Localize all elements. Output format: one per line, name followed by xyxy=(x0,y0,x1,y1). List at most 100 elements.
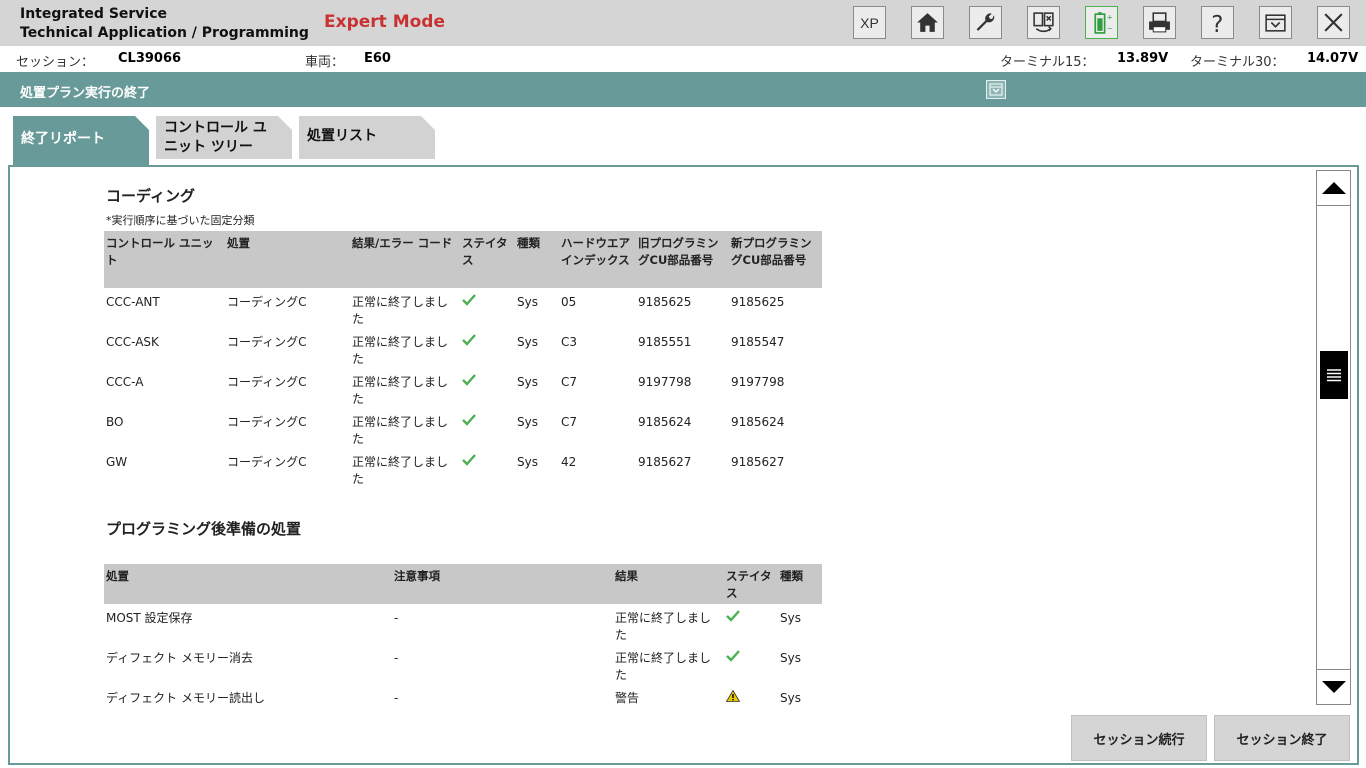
print-button[interactable] xyxy=(1143,6,1176,39)
tab-measure-list-label: 処置リスト xyxy=(307,128,377,144)
terminal30-value: 14.07V xyxy=(1307,51,1359,66)
check-icon xyxy=(462,334,476,346)
status-ok-cell xyxy=(724,604,778,644)
table-cell: Sys xyxy=(517,295,538,309)
table-row: CCC-A コーディングC 正常に終了しました Sys C7 9197798 9197798 xyxy=(104,368,822,408)
section-title: 処置プラン実行の終了 xyxy=(20,86,151,101)
table-cell: C3 xyxy=(561,335,578,349)
app-title-line2: Technical Application / Programming xyxy=(20,25,309,41)
scroll-down-button[interactable] xyxy=(1317,669,1350,704)
close-icon xyxy=(1324,13,1343,32)
check-icon xyxy=(726,610,740,622)
table-cell: 9185627 xyxy=(731,455,785,469)
col-type: 種類 xyxy=(515,231,559,288)
tab-final-report-label: 終了リポート xyxy=(21,131,105,147)
help-icon: ? xyxy=(1211,12,1223,35)
col-control-unit: コントロール ユニット xyxy=(104,231,225,288)
table-cell: 正常に終了しました xyxy=(352,415,449,446)
table-cell: 正常に終了しました xyxy=(352,295,449,326)
table-cell: 正常に終了しました xyxy=(352,335,449,366)
status-ok-cell xyxy=(460,328,515,368)
menu-button[interactable] xyxy=(1259,6,1292,39)
battery-button[interactable]: + − xyxy=(1085,6,1118,39)
vertical-scrollbar[interactable] xyxy=(1316,170,1351,705)
col-type: 種類 xyxy=(778,564,822,604)
help-button[interactable]: ? xyxy=(1201,6,1234,39)
table-cell: 9185624 xyxy=(731,415,785,429)
home-button[interactable] xyxy=(911,6,944,39)
table-row: BO コーディングC 正常に終了しました Sys C7 9185624 9185624 xyxy=(104,408,822,448)
section-header: 処置プラン実行の終了 xyxy=(0,72,1366,107)
xp-button[interactable]: XP xyxy=(853,6,886,39)
coding-title: コーディング xyxy=(106,187,195,205)
vehicle-label: 車両： xyxy=(305,55,345,70)
scroll-up-button[interactable] xyxy=(1317,171,1350,206)
status-ok-cell xyxy=(460,288,515,328)
table-cell: - xyxy=(394,651,399,665)
table-cell: 9185625 xyxy=(731,295,785,309)
swap-button[interactable] xyxy=(1027,6,1060,39)
end-session-button[interactable]: セッション終了 xyxy=(1214,715,1350,761)
svg-text:?: ? xyxy=(1211,12,1223,35)
coding-note: *実行順序に基づいた固定分類 xyxy=(106,214,255,227)
table-cell: 9185625 xyxy=(638,295,692,309)
coding-header-row: コントロール ユニット 処置 結果/エラー コード ステイタス 種類 ハードウエ… xyxy=(104,231,822,288)
check-icon xyxy=(462,374,476,386)
home-icon xyxy=(917,13,938,32)
tab-control-unit-tree[interactable]: コントロール ユ ニット ツリー xyxy=(156,116,292,159)
arrow-down-icon xyxy=(1321,681,1346,693)
col-notes: 注意事項 xyxy=(392,564,613,604)
table-row: ディフェクト メモリー消去 - 正常に終了しました Sys xyxy=(104,644,822,684)
warning-icon xyxy=(726,690,740,702)
vehicle-value: E60 xyxy=(364,51,391,66)
table-cell: Sys xyxy=(780,611,801,625)
table-cell: コーディングC xyxy=(227,455,307,469)
collapse-button[interactable] xyxy=(986,80,1006,99)
post-prog-table: 処置 注意事項 結果 ステイタス 種類 MOST 設定保存 - 正常に終了しました S… xyxy=(104,564,822,724)
tab-measure-list[interactable]: 処置リスト xyxy=(299,116,435,159)
status-ok-cell xyxy=(460,368,515,408)
tab-corner xyxy=(278,116,292,130)
continue-session-button[interactable]: セッション続行 xyxy=(1071,715,1207,761)
wrench-button[interactable] xyxy=(969,6,1002,39)
col-measure: 処置 xyxy=(225,231,350,288)
table-cell: ディフェクト メモリー消去 xyxy=(106,651,253,665)
svg-text:+: + xyxy=(1107,12,1113,21)
table-cell: 9185551 xyxy=(638,335,692,349)
battery-icon: +− xyxy=(1094,12,1113,34)
table-cell: MOST 設定保存 xyxy=(106,611,193,625)
terminal30-label: ターミナル30： xyxy=(1190,55,1285,70)
wrench-icon xyxy=(976,13,995,31)
check-icon xyxy=(462,454,476,466)
table-cell: CCC-ANT xyxy=(106,295,160,309)
xp-label: XP xyxy=(860,14,879,31)
close-button[interactable] xyxy=(1317,6,1350,39)
tab-control-unit-tree-line1: コントロール ユ xyxy=(164,120,267,136)
table-cell: 9197798 xyxy=(638,375,692,389)
title-bar: Integrated Service Technical Application… xyxy=(0,0,1366,46)
session-label: セッション： xyxy=(16,55,95,70)
tab-final-report[interactable]: 終了リポート xyxy=(13,116,149,166)
table-cell: コーディングC xyxy=(227,415,307,429)
status-ok-cell xyxy=(460,408,515,448)
table-row: MOST 設定保存 - 正常に終了しました Sys xyxy=(104,604,822,644)
scroll-thumb[interactable] xyxy=(1320,351,1348,399)
check-icon xyxy=(462,414,476,426)
swap-icon xyxy=(1033,12,1054,33)
table-cell: 9185624 xyxy=(638,415,692,429)
tab-corner xyxy=(135,116,149,130)
table-cell: GW xyxy=(106,455,128,469)
terminal15-label: ターミナル15： xyxy=(1000,55,1095,70)
tab-control-unit-tree-line2: ニット ツリー xyxy=(164,139,253,155)
table-cell: 警告 xyxy=(615,691,640,705)
col-result: 結果 xyxy=(613,564,724,604)
table-cell: 正常に終了しました xyxy=(615,651,712,682)
app-title-line1: Integrated Service xyxy=(20,6,168,22)
table-cell: Sys xyxy=(780,691,801,705)
table-cell: Sys xyxy=(780,651,801,665)
check-icon xyxy=(462,294,476,306)
table-row: GW コーディングC 正常に終了しました Sys 42 9185627 9185627 xyxy=(104,448,822,488)
session-info-bar: セッション： CL39066 車両： E60 ターミナル15： 13.89V タ… xyxy=(0,46,1366,72)
table-cell: BO xyxy=(106,415,124,429)
table-cell: コーディングC xyxy=(227,335,307,349)
